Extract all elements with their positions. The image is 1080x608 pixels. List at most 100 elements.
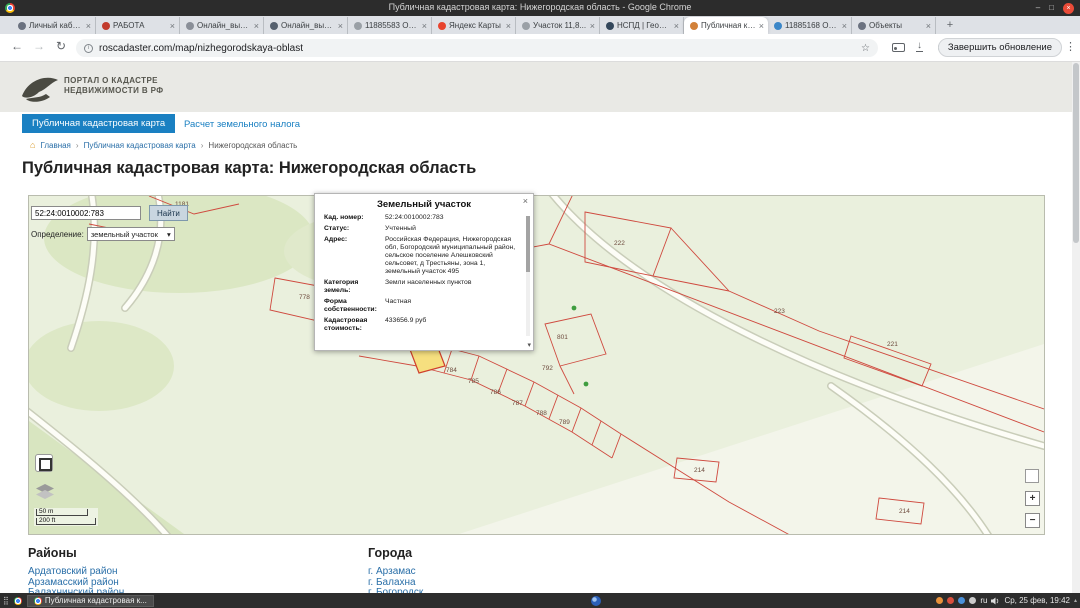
parcel-label: 788 (536, 410, 547, 417)
tab[interactable]: НСПД | Геоин...× (600, 17, 684, 34)
popup-scrollbar[interactable] (526, 216, 530, 336)
logo-line2: НЕДВИЖИМОСТИ В РФ (64, 86, 164, 96)
parcel-label: 786 (490, 389, 501, 396)
parcel-type-select[interactable]: земельный участок ▾ (87, 227, 175, 241)
search-button[interactable]: Найти (149, 205, 188, 221)
keyboard-layout-indicator[interactable]: ru (980, 596, 987, 605)
close-window-icon[interactable]: × (1063, 3, 1074, 14)
chevron-down-icon: ▾ (167, 230, 171, 239)
tab[interactable]: Личный каби...× (12, 17, 96, 34)
nav-cadastral-map-button[interactable]: Публичная кадастровая карта (22, 114, 175, 133)
tab-close-icon[interactable]: × (759, 22, 764, 30)
cadastral-map[interactable]: 1181 778 222 223 221 801 792 784 785 786… (29, 196, 1044, 534)
tab[interactable]: Онлайн_вып...× (180, 17, 264, 34)
regions-title: Районы (28, 546, 124, 560)
popup-close-icon[interactable]: × (523, 196, 528, 206)
tab-close-icon[interactable]: × (506, 22, 511, 30)
minimize-icon[interactable]: – (1036, 2, 1040, 14)
volume-icon[interactable] (991, 597, 1000, 605)
tab-close-icon[interactable]: × (170, 22, 175, 30)
cast-icon[interactable] (892, 43, 905, 52)
expand-button[interactable] (1025, 469, 1039, 483)
popup-row: Кад. номер:52:24:0010002:783 (324, 214, 521, 222)
address-bar[interactable]: i roscadaster.com/map/nizhegorodskaya-ob… (76, 39, 878, 57)
tab-close-icon[interactable]: × (590, 22, 595, 30)
finish-update-button[interactable]: Завершить обновление (938, 38, 1062, 57)
breadcrumb-map-link[interactable]: Публичная кадастровая карта (84, 141, 196, 150)
taskbar-left: ⣿ Публичная кадастровая к... (3, 593, 154, 608)
tab[interactable]: 11885583 Об...× (348, 17, 432, 34)
favicon-icon (438, 22, 446, 30)
parcel-label: 214 (694, 467, 705, 474)
parcel-label: 223 (774, 308, 785, 315)
region-link[interactable]: Ардатовский район (28, 567, 124, 577)
download-icon[interactable]: ↓ (916, 40, 923, 52)
breadcrumb-current: Нижегородская область (208, 141, 297, 150)
popup-row-label: Статус: (324, 225, 382, 233)
region-link[interactable]: Арзамасский район (28, 578, 124, 588)
city-link[interactable]: г. Балахна (368, 578, 423, 588)
taskbar-window-button[interactable]: Публичная кадастровая к... (27, 595, 154, 607)
page-scroll-thumb[interactable] (1073, 63, 1079, 243)
browser-menu-icon[interactable]: ⋮ (1065, 40, 1076, 53)
url-text: roscadaster.com/map/nizhegorodskaya-obla… (99, 43, 855, 54)
maximize-icon[interactable]: □ (1049, 2, 1054, 14)
map-container: 1181 778 222 223 221 801 792 784 785 786… (28, 195, 1045, 535)
site-info-icon[interactable]: i (84, 44, 93, 53)
tab[interactable]: 11885168 Об...× (768, 17, 852, 34)
breadcrumb-separator: › (76, 141, 79, 150)
tab[interactable]: Объекты× (852, 17, 936, 34)
tab-close-icon[interactable]: × (674, 22, 679, 30)
logo-line1: ПОРТАЛ О КАДАСТРЕ (64, 76, 164, 86)
tab-label: 11885168 Об... (785, 21, 839, 30)
city-link[interactable]: г. Арзамас (368, 567, 423, 577)
parcel-label: 785 (468, 378, 479, 385)
nav-land-tax-link[interactable]: Расчет земельного налога (184, 119, 300, 130)
bookmark-star-icon[interactable]: ☆ (861, 43, 870, 54)
popup-scroll-down-icon[interactable]: ▾ (527, 341, 531, 349)
popup-scroll-thumb[interactable] (526, 216, 530, 272)
taskbar-window-label: Публичная кадастровая к... (45, 596, 147, 605)
parcel-label: 784 (446, 367, 457, 374)
taskbar-tray: ru Ср, 25 фев, 19:42 ▴ (936, 593, 1077, 608)
tab-close-icon[interactable]: × (842, 22, 847, 30)
popup-title: Земельный участок (315, 194, 533, 210)
layers-button[interactable] (36, 484, 54, 500)
tab-close-icon[interactable]: × (338, 22, 343, 30)
tab[interactable]: Онлайн_вып...× (264, 17, 348, 34)
globe-tray-icon[interactable] (591, 596, 601, 606)
forward-icon[interactable]: → (30, 39, 48, 53)
parcel-search-input[interactable] (31, 206, 141, 220)
reload-icon[interactable]: ↻ (52, 39, 70, 53)
favicon-icon (606, 22, 614, 30)
tray-icon-blue[interactable] (958, 597, 965, 604)
tray-icon-gray[interactable] (969, 597, 976, 604)
clock[interactable]: Ср, 25 фев, 19:42 (1004, 596, 1070, 605)
tab-close-icon[interactable]: × (86, 22, 91, 30)
map-search-panel: Найти (31, 205, 188, 221)
zoom-in-button[interactable]: + (1025, 491, 1040, 506)
tray-expand-icon[interactable]: ▴ (1074, 597, 1077, 604)
tab-close-icon[interactable]: × (926, 22, 931, 30)
tray-icon-orange[interactable] (936, 597, 943, 604)
popup-row-value: Российская Федерация, Нижегородская обл,… (382, 236, 521, 276)
new-tab-icon[interactable]: + (942, 18, 958, 34)
page-scrollbar[interactable] (1072, 62, 1080, 593)
scale-meters: 50 m (36, 509, 88, 516)
app-grid-icon[interactable]: ⣿ (3, 597, 9, 605)
tab-close-icon[interactable]: × (254, 22, 259, 30)
parcel-marker-icon[interactable] (572, 306, 577, 311)
tab-active[interactable]: Публичная ка...× (684, 17, 768, 34)
tab[interactable]: РАБОТА× (96, 17, 180, 34)
back-icon[interactable]: ← (8, 39, 26, 53)
parcel-label: 787 (512, 400, 523, 407)
chrome-launcher-icon[interactable] (14, 597, 22, 605)
tab[interactable]: Яндекс Карты× (432, 17, 516, 34)
extent-button[interactable] (35, 454, 53, 472)
tab-close-icon[interactable]: × (422, 22, 427, 30)
tab[interactable]: Участок 11,8...× (516, 17, 600, 34)
parcel-marker-icon[interactable] (584, 382, 589, 387)
tray-icon-red[interactable] (947, 597, 954, 604)
breadcrumb-home-link[interactable]: Главная (40, 141, 70, 150)
zoom-out-button[interactable]: − (1025, 513, 1040, 528)
